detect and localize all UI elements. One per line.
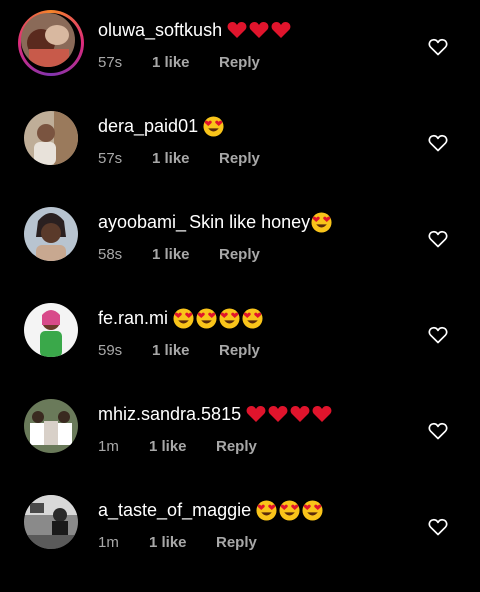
profile-avatar-icon[interactable]: [24, 303, 78, 357]
heart-eyes-emoji-icon: [219, 307, 240, 329]
comment-item: mhiz.sandra.5815 1m 1 like Reply: [0, 399, 480, 496]
profile-avatar-icon[interactable]: [24, 111, 78, 165]
red-heart-icon: [249, 22, 269, 38]
heart-eyes-emoji-icon: [256, 499, 277, 521]
reply-button[interactable]: Reply: [219, 246, 260, 263]
likes-count[interactable]: 1 like: [152, 54, 190, 71]
comment-text: Skin like honey: [189, 211, 311, 232]
comment-item: ayoobami_ Skin like honey 58s 1 like Rep…: [0, 207, 480, 304]
heart-outline-icon[interactable]: [428, 326, 448, 344]
likes-count[interactable]: 1 like: [152, 150, 190, 167]
heart-outline-icon[interactable]: [428, 230, 448, 248]
comment-line: oluwa_softkush: [98, 16, 291, 44]
heart-eyes-emoji-icon: [242, 307, 263, 329]
likes-count[interactable]: 1 like: [152, 246, 190, 263]
timestamp: 57s: [98, 149, 123, 167]
timestamp: 59s: [98, 341, 123, 359]
timestamp: 58s: [98, 245, 123, 263]
profile-avatar-icon[interactable]: [24, 399, 78, 453]
comment-item: a_taste_of_maggie 1m 1 like Reply: [0, 495, 480, 592]
likes-count[interactable]: 1 like: [152, 342, 190, 359]
reply-button[interactable]: Reply: [219, 54, 260, 71]
likes-count[interactable]: 1 like: [149, 438, 187, 455]
username[interactable]: oluwa_softkush: [98, 20, 222, 41]
username[interactable]: mhiz.sandra.5815: [98, 404, 241, 425]
comments-list: oluwa_softkush 57s 1 like Reply dera_pai…: [0, 0, 480, 567]
comment-line: a_taste_of_maggie: [98, 496, 323, 524]
heart-eyes-emoji-icon: [311, 211, 332, 233]
timestamp: 1m: [98, 437, 119, 455]
comment-line: dera_paid01: [98, 112, 224, 140]
emoji-group: [173, 307, 263, 329]
username[interactable]: a_taste_of_maggie: [98, 500, 251, 521]
comment-line: ayoobami_ Skin like honey: [98, 208, 332, 236]
profile-avatar-icon: [21, 13, 75, 67]
emoji-group: [256, 499, 323, 521]
reply-button[interactable]: Reply: [219, 150, 260, 167]
comment-item: dera_paid01 57s 1 like Reply: [0, 111, 480, 208]
reply-button[interactable]: Reply: [219, 342, 260, 359]
emoji-group: [227, 21, 291, 39]
heart-eyes-emoji-icon: [196, 307, 217, 329]
username[interactable]: ayoobami_: [98, 212, 186, 233]
heart-eyes-emoji-icon: [173, 307, 194, 329]
comment-item: oluwa_softkush 57s 1 like Reply: [0, 10, 480, 112]
timestamp: 57s: [98, 53, 123, 71]
red-heart-icon: [246, 406, 266, 422]
heart-outline-icon[interactable]: [428, 38, 448, 56]
timestamp: 1m: [98, 533, 119, 551]
comment-line: fe.ran.mi: [98, 304, 263, 332]
heart-eyes-emoji-icon: [279, 499, 300, 521]
heart-eyes-emoji-icon: [302, 499, 323, 521]
comment-item: fe.ran.mi 59s 1 like Reply: [0, 303, 480, 400]
profile-avatar-icon[interactable]: [24, 207, 78, 261]
emoji-group: [311, 211, 332, 233]
reply-button[interactable]: Reply: [216, 534, 257, 551]
avatar-story-ring[interactable]: [18, 10, 84, 76]
red-heart-icon: [271, 22, 291, 38]
heart-outline-icon[interactable]: [428, 422, 448, 440]
red-heart-icon: [268, 406, 288, 422]
red-heart-icon: [312, 406, 332, 422]
likes-count[interactable]: 1 like: [149, 534, 187, 551]
comment-line: mhiz.sandra.5815: [98, 400, 332, 428]
red-heart-icon: [290, 406, 310, 422]
username[interactable]: fe.ran.mi: [98, 308, 168, 329]
heart-eyes-emoji-icon: [203, 115, 224, 137]
emoji-group: [246, 405, 332, 423]
red-heart-icon: [227, 22, 247, 38]
emoji-group: [203, 115, 224, 137]
heart-outline-icon[interactable]: [428, 518, 448, 536]
reply-button[interactable]: Reply: [216, 438, 257, 455]
username[interactable]: dera_paid01: [98, 116, 198, 137]
profile-avatar-icon[interactable]: [24, 495, 78, 549]
heart-outline-icon[interactable]: [428, 134, 448, 152]
